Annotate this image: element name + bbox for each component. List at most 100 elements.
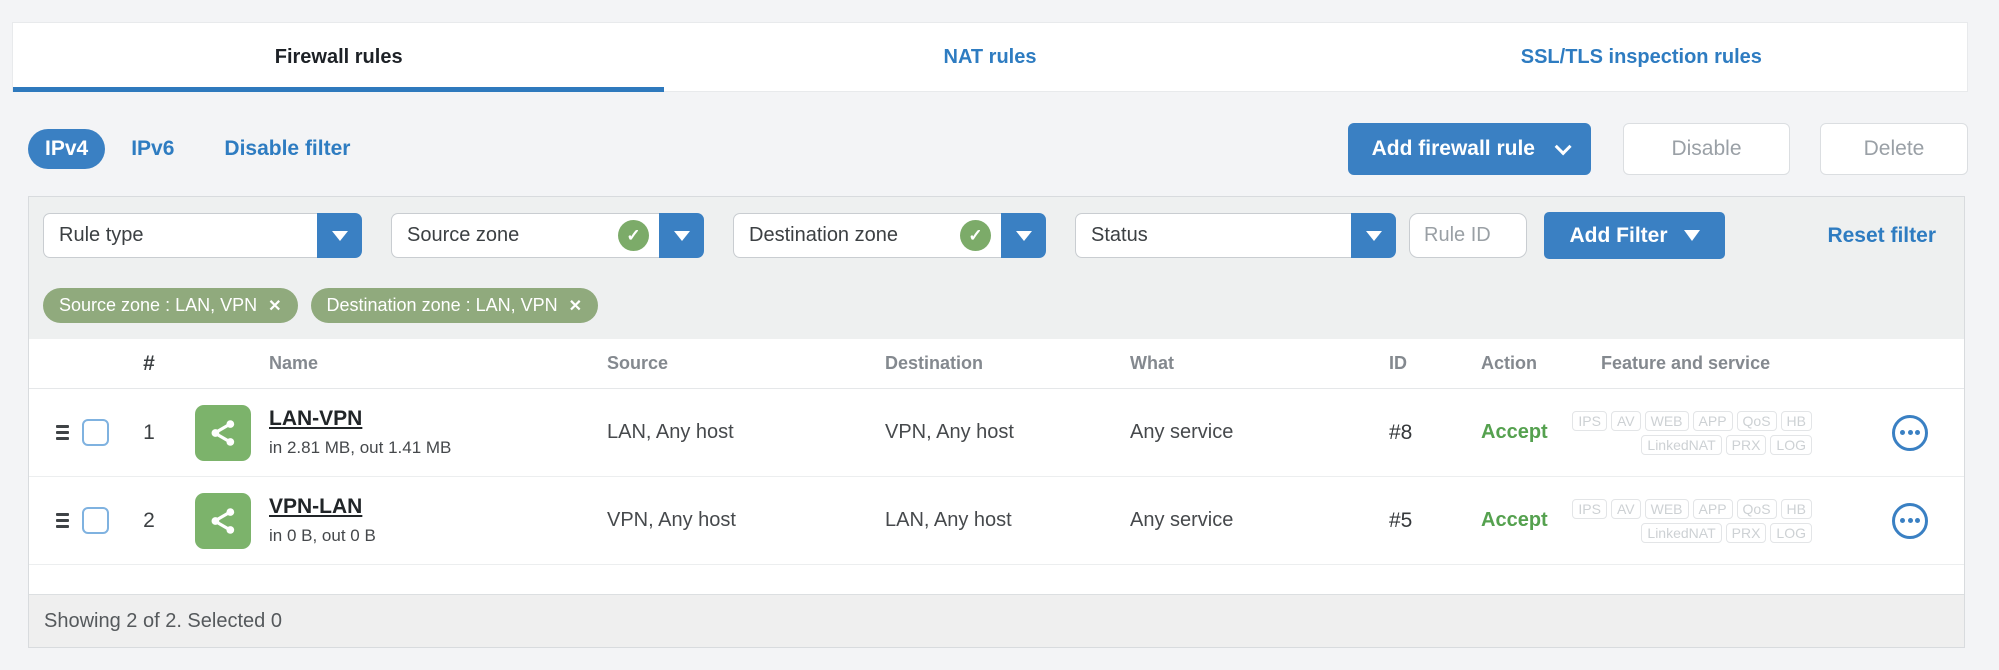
source-zone-dropdown-button[interactable]	[659, 213, 704, 258]
rule-type-dropdown-box: Rule type	[43, 213, 317, 258]
share-network-icon	[195, 492, 251, 549]
rule-destination: LAN, Any host	[885, 509, 1012, 531]
row-menu-button[interactable]	[1892, 502, 1928, 539]
feature-badge: LinkedNAT	[1641, 434, 1722, 455]
row-number: 2	[143, 508, 155, 532]
feature-badge: HB	[1780, 498, 1812, 519]
rule-name-link[interactable]: LAN-VPN	[269, 407, 599, 431]
tab-ssl-tls-inspection-rules[interactable]: SSL/TLS inspection rules	[1316, 23, 1967, 91]
header-name: Name	[269, 353, 319, 373]
feature-badge: QoS	[1736, 498, 1777, 519]
disable-button[interactable]: Disable	[1623, 123, 1790, 175]
status-dropdown-button[interactable]	[1351, 213, 1396, 258]
check-circle-icon: ✓	[618, 220, 649, 251]
active-filter-chips: Source zone : LAN, VPN ✕ Destination zon…	[43, 288, 1950, 323]
add-firewall-rule-label: Add firewall rule	[1371, 137, 1535, 160]
destination-zone-dropdown-button[interactable]	[1001, 213, 1046, 258]
feature-badge: WEB	[1644, 498, 1689, 519]
feature-badge: APP	[1692, 410, 1733, 431]
disable-filter-link[interactable]: Disable filter	[224, 137, 350, 161]
feature-badge: LinkedNAT	[1641, 522, 1722, 543]
ipv4-toggle[interactable]: IPv4	[28, 129, 106, 169]
rule-type-dropdown[interactable]: Rule type	[43, 213, 362, 258]
remove-chip-icon[interactable]: ✕	[569, 296, 582, 316]
row-number: 1	[143, 420, 155, 444]
rule-type-dropdown-label: Rule type	[59, 224, 144, 246]
add-filter-label: Add Filter	[1569, 223, 1668, 247]
source-zone-dropdown-box: Source zone ✓	[391, 213, 659, 258]
status-dropdown-label: Status	[1091, 224, 1148, 246]
add-firewall-rule-button[interactable]: Add firewall rule	[1347, 123, 1591, 175]
ipv6-toggle[interactable]: IPv6	[131, 137, 174, 161]
chevron-down-icon	[1015, 230, 1032, 241]
chevron-down-icon	[673, 230, 690, 241]
table-empty-space	[29, 565, 1964, 594]
delete-button[interactable]: Delete	[1820, 123, 1968, 175]
feature-badge: PRX	[1725, 522, 1767, 543]
header-source: Source	[607, 353, 669, 373]
destination-zone-dropdown[interactable]: Destination zone ✓	[733, 213, 1046, 258]
rule-type-dropdown-button[interactable]	[317, 213, 362, 258]
feature-badge: IPS	[1572, 498, 1607, 519]
row-checkbox[interactable]	[81, 419, 109, 446]
filter-section: Rule type Source zone ✓ Destination zone…	[29, 197, 1964, 339]
filter-row: Rule type Source zone ✓ Destination zone…	[43, 212, 1950, 259]
header-id: ID	[1389, 353, 1407, 373]
rule-destination: VPN, Any host	[885, 421, 1014, 443]
filter-chip-label: Destination zone : LAN, VPN	[326, 295, 558, 315]
check-circle-icon: ✓	[960, 220, 991, 251]
table-row: 1 LAN-VPN in 2.81 MB, out 1.41 MB LAN, A…	[29, 389, 1964, 477]
feature-badges: IPS AV WEB APP QoS HB LinkedNAT PRX LOG	[1559, 410, 1856, 455]
row-menu-button[interactable]	[1892, 414, 1928, 451]
chevron-down-icon	[331, 230, 348, 241]
header-num: #	[143, 351, 155, 375]
filter-chip-label: Source zone : LAN, VPN	[59, 295, 258, 315]
drag-handle-icon[interactable]	[56, 513, 69, 528]
feature-badge: LOG	[1770, 522, 1812, 543]
status-dropdown[interactable]: Status	[1075, 213, 1396, 258]
feature-badge: WEB	[1644, 410, 1689, 431]
header-destination: Destination	[885, 353, 984, 373]
feature-badge: LOG	[1770, 434, 1812, 455]
share-network-icon	[195, 404, 251, 461]
source-zone-dropdown[interactable]: Source zone ✓	[391, 213, 704, 258]
table-row: 2 VPN-LAN in 0 B, out 0 B VPN, Any host …	[29, 477, 1964, 565]
destination-zone-dropdown-label: Destination zone	[749, 224, 898, 246]
drag-handle-icon[interactable]	[56, 425, 69, 440]
rule-action: Accept	[1481, 509, 1548, 531]
feature-badge: APP	[1692, 498, 1733, 519]
header-what: What	[1130, 353, 1174, 373]
triangle-down-icon	[1683, 230, 1700, 241]
filter-chip-source-zone: Source zone : LAN, VPN ✕	[43, 288, 298, 323]
status-dropdown-box: Status	[1075, 213, 1351, 258]
rule-what: Any service	[1130, 421, 1234, 443]
rule-source: VPN, Any host	[607, 509, 736, 531]
rule-traffic-stats: in 2.81 MB, out 1.41 MB	[269, 438, 452, 457]
feature-badges: IPS AV WEB APP QoS HB LinkedNAT PRX LOG	[1559, 498, 1856, 543]
add-filter-button[interactable]: Add Filter	[1544, 212, 1725, 259]
header-feature-and-service: Feature and service	[1601, 353, 1771, 373]
table-footer: Showing 2 of 2. Selected 0	[29, 594, 1964, 647]
feature-badge: AV	[1610, 410, 1641, 431]
tab-firewall-rules[interactable]: Firewall rules	[13, 23, 665, 92]
tab-nat-rules[interactable]: NAT rules	[664, 23, 1315, 91]
source-zone-dropdown-label: Source zone	[407, 224, 520, 246]
feature-badge: HB	[1780, 410, 1812, 431]
rule-id-input[interactable]	[1409, 213, 1527, 258]
reset-filter-link[interactable]: Reset filter	[1827, 224, 1936, 248]
table-summary-text: Showing 2 of 2. Selected 0	[44, 609, 282, 632]
rule-action: Accept	[1481, 421, 1548, 443]
feature-badge: IPS	[1572, 410, 1607, 431]
row-checkbox[interactable]	[81, 507, 109, 534]
chevron-down-icon	[1554, 138, 1572, 156]
chevron-down-icon	[1365, 230, 1382, 241]
rule-id: #8	[1389, 420, 1413, 444]
rule-source: LAN, Any host	[607, 421, 734, 443]
toolbar: IPv4 IPv6 Disable filter Add firewall ru…	[28, 122, 1968, 176]
rule-traffic-stats: in 0 B, out 0 B	[269, 526, 376, 545]
destination-zone-dropdown-box: Destination zone ✓	[733, 213, 1001, 258]
rule-name-link[interactable]: VPN-LAN	[269, 495, 599, 519]
rules-tabbar: Firewall rules NAT rules SSL/TLS inspect…	[12, 22, 1968, 92]
remove-chip-icon[interactable]: ✕	[268, 296, 281, 316]
feature-badge: PRX	[1725, 434, 1767, 455]
